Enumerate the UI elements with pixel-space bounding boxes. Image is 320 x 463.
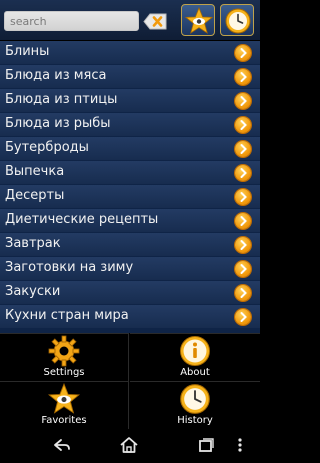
list-item[interactable]: Заготовки на зиму bbox=[0, 257, 260, 280]
history-menu-button[interactable]: History bbox=[130, 381, 260, 429]
favorites-menu-button[interactable]: Favorites bbox=[0, 381, 129, 429]
chevron-right-icon bbox=[235, 213, 251, 229]
list-item-label: Завтрак bbox=[5, 236, 61, 251]
list-item[interactable]: Кухни стран мира bbox=[0, 305, 260, 328]
chevron-right-icon bbox=[235, 237, 251, 253]
settings-button[interactable]: Settings bbox=[0, 333, 129, 381]
list-item-label: Кухни стран мира bbox=[5, 308, 129, 323]
list-item-label: Бутерброды bbox=[5, 140, 89, 155]
chevron-right-icon bbox=[235, 93, 251, 109]
chevron-right-icon bbox=[235, 117, 251, 133]
bottom-menu-panel: Settings About Favorites History bbox=[0, 333, 260, 430]
info-icon bbox=[179, 335, 211, 371]
list-item[interactable]: Бутерброды bbox=[0, 137, 260, 160]
list-item-label: Десерты bbox=[5, 188, 65, 203]
recent-apps-icon[interactable] bbox=[194, 436, 216, 458]
list-item[interactable]: Блюда из птицы bbox=[0, 89, 260, 112]
history-button[interactable] bbox=[220, 4, 254, 36]
list-item[interactable]: Десерты bbox=[0, 185, 260, 208]
gear-icon bbox=[48, 335, 80, 371]
chevron-right-icon bbox=[235, 141, 251, 157]
list-item-label: Закуски bbox=[5, 284, 61, 299]
settings-label: Settings bbox=[43, 367, 85, 378]
chevron-right-icon bbox=[235, 285, 251, 301]
system-nav-bar bbox=[0, 430, 260, 463]
back-icon[interactable] bbox=[50, 436, 72, 458]
history-label: History bbox=[177, 415, 213, 426]
clear-search-icon[interactable] bbox=[143, 13, 167, 30]
chevron-right-icon bbox=[235, 189, 251, 205]
menu-dots-icon[interactable] bbox=[236, 436, 244, 458]
chevron-right-icon bbox=[235, 69, 251, 85]
list-item-label: Заготовки на зиму bbox=[5, 260, 134, 275]
home-icon[interactable] bbox=[118, 436, 140, 458]
list-item[interactable]: Блины bbox=[0, 41, 260, 64]
top-bar bbox=[0, 0, 260, 40]
list-item[interactable]: Завтрак bbox=[0, 233, 260, 256]
category-list: Блины Блюда из мяса Блюда из птицы Блюда… bbox=[0, 41, 260, 333]
star-eye-icon bbox=[47, 382, 81, 419]
list-item-label: Выпечка bbox=[5, 164, 65, 179]
list-item[interactable]: Блюда из мяса bbox=[0, 65, 260, 88]
list-item-label: Блюда из птицы bbox=[5, 92, 118, 107]
search-input[interactable] bbox=[4, 11, 139, 31]
about-button[interactable]: About bbox=[130, 333, 260, 381]
list-item-label: Блины bbox=[5, 44, 50, 59]
chevron-right-icon bbox=[235, 261, 251, 277]
clock-icon bbox=[179, 383, 211, 419]
list-item-label: Блюда из мяса bbox=[5, 68, 107, 83]
list-item-label: Диетические рецепты bbox=[5, 212, 159, 227]
list-item[interactable]: Диетические рецепты bbox=[0, 209, 260, 232]
chevron-right-icon bbox=[235, 165, 251, 181]
list-item[interactable]: Выпечка bbox=[0, 161, 260, 184]
chevron-right-icon bbox=[235, 45, 251, 61]
list-item-label: Блюда из рыбы bbox=[5, 116, 111, 131]
chevron-right-icon bbox=[235, 309, 251, 325]
favorites-button[interactable] bbox=[181, 4, 215, 36]
list-item[interactable]: Блюда из рыбы bbox=[0, 113, 260, 136]
list-item[interactable]: Закуски bbox=[0, 281, 260, 304]
favorites-label: Favorites bbox=[41, 415, 87, 426]
about-label: About bbox=[180, 367, 210, 378]
